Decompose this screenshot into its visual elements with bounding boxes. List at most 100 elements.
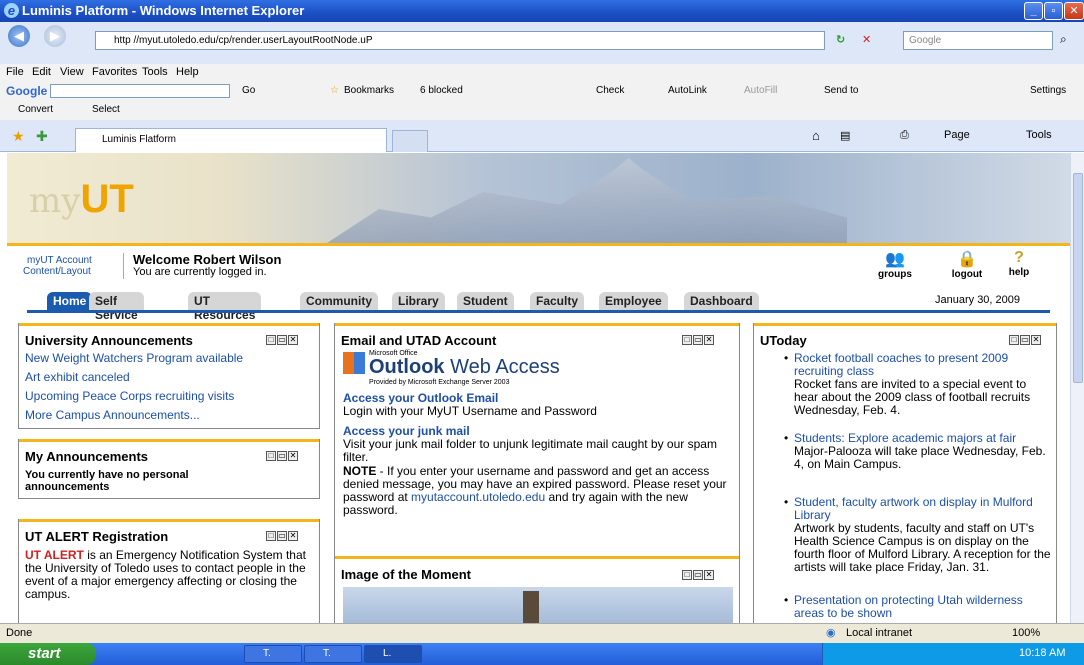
groups-icon: 👥: [885, 251, 905, 268]
edit-icon[interactable]: □: [266, 335, 276, 345]
exchange-text: Provided by Microsoft Exchange Server 20…: [369, 379, 510, 386]
favorites-star-icon[interactable]: ★: [12, 128, 25, 145]
announcement-link[interactable]: Art exhibit canceled: [25, 371, 130, 384]
go-button[interactable]: Go: [242, 85, 255, 96]
minimize-icon[interactable]: ▭: [277, 335, 287, 345]
tab-employee[interactable]: Employee: [599, 292, 668, 311]
popup-blocked-button[interactable]: 6 blocked: [420, 85, 463, 96]
spell-check-button[interactable]: Check: [596, 85, 624, 96]
scrollbar-thumb[interactable]: [1073, 173, 1083, 383]
minimize-icon[interactable]: ▭: [277, 451, 287, 461]
zoom-level[interactable]: 100%: [1012, 627, 1040, 639]
news-item: • Rocket football coaches to present 200…: [784, 352, 1052, 417]
news-headline-link[interactable]: Rocket football coaches to present 2009 …: [794, 352, 1052, 378]
tab-self-service[interactable]: Self Service: [89, 292, 144, 322]
close-button[interactable]: ✕: [1064, 2, 1084, 20]
settings-button[interactable]: Settings: [1030, 85, 1066, 96]
select-button[interactable]: Select: [92, 104, 120, 115]
menu-bar: File Edit View Favorites Tools Help: [0, 64, 1084, 82]
tab-library[interactable]: Library: [392, 292, 445, 311]
home-icon[interactable]: ⌂: [812, 128, 820, 143]
clock[interactable]: 10:18 AM: [1019, 647, 1065, 659]
edit-icon[interactable]: □: [266, 451, 276, 461]
minimize-icon[interactable]: ▭: [693, 335, 703, 345]
search-icon[interactable]: ⌕: [1060, 32, 1067, 47]
search-input[interactable]: Google: [903, 31, 1053, 50]
tab-dashboard[interactable]: Dashboard: [684, 292, 759, 311]
maximize-button[interactable]: ▫: [1044, 2, 1063, 20]
close-icon[interactable]: ✕: [704, 335, 714, 345]
tab-community[interactable]: Community: [300, 292, 378, 311]
menu-view[interactable]: View: [60, 66, 84, 78]
start-button[interactable]: start: [0, 643, 96, 665]
close-icon[interactable]: ✕: [288, 531, 298, 541]
close-icon[interactable]: ✕: [704, 570, 714, 580]
tower-shape: [523, 591, 539, 623]
new-tab-button[interactable]: [392, 130, 428, 152]
university-announcements-panel: University Announcements □ ▭ ✕ New Weight …: [18, 323, 320, 429]
tab-home[interactable]: Home: [47, 292, 93, 311]
minimize-button[interactable]: _: [1024, 2, 1043, 20]
content-layout-link[interactable]: Content/Layout: [23, 266, 91, 277]
convert-button[interactable]: Convert: [18, 104, 53, 115]
edit-icon[interactable]: □: [266, 531, 276, 541]
login-text: Login with your MyUT Username and Passwo…: [343, 404, 597, 418]
refresh-icon[interactable]: ↻: [836, 33, 845, 46]
close-icon[interactable]: ✕: [288, 335, 298, 345]
send-to-button[interactable]: Send to: [824, 85, 858, 96]
menu-file[interactable]: File: [6, 66, 24, 78]
edit-icon[interactable]: □: [682, 570, 692, 580]
minimize-icon[interactable]: ▭: [1020, 335, 1030, 345]
google-search-input[interactable]: [50, 84, 230, 98]
tab-student[interactable]: Student: [457, 292, 514, 311]
autofill-button[interactable]: AutoFill: [744, 85, 777, 96]
taskbar-window-button[interactable]: T.: [244, 645, 302, 663]
autolink-button[interactable]: AutoLink: [668, 85, 707, 96]
minimize-icon[interactable]: ▭: [277, 531, 287, 541]
page-content: myUT myUT Account Content/Layout Welcome…: [7, 153, 1070, 623]
moment-image: [343, 587, 733, 623]
tab-luminis[interactable]: Luminis Flatform: [75, 128, 387, 152]
logout-button[interactable]: 🔒 logout: [947, 249, 987, 280]
close-icon[interactable]: ✕: [1031, 335, 1041, 345]
edit-icon[interactable]: □: [682, 335, 692, 345]
menu-edit[interactable]: Edit: [32, 66, 51, 78]
junk-mail-text: Visit your junk mail folder to unjunk le…: [343, 437, 717, 464]
vertical-scrollbar[interactable]: [1070, 153, 1084, 623]
menu-tools[interactable]: Tools: [142, 66, 168, 78]
stop-icon[interactable]: ✕: [862, 33, 871, 46]
page-menu[interactable]: Page: [944, 129, 970, 141]
tools-menu[interactable]: Tools: [1026, 129, 1052, 141]
more-announcements-link[interactable]: More Campus Announcements...: [25, 409, 200, 422]
panel-accent: [19, 439, 319, 442]
groups-button[interactable]: 👥 groups: [875, 249, 915, 280]
status-text: Done: [6, 627, 33, 639]
tab-ut-resources[interactable]: UT Resources: [188, 292, 262, 322]
myutaccount-link[interactable]: myutaccount.utoledo.edu: [411, 490, 545, 504]
close-icon[interactable]: ✕: [288, 451, 298, 461]
announcement-link[interactable]: Upcoming Peace Corps recruiting visits: [25, 390, 234, 403]
menu-help[interactable]: Help: [176, 66, 199, 78]
address-input[interactable]: http //myut.utoledo.edu/cp/render.userLa…: [95, 31, 825, 50]
add-favorites-icon[interactable]: ✚: [36, 128, 48, 145]
help-button[interactable]: ? help: [999, 249, 1039, 278]
forward-button[interactable]: ▶: [44, 25, 66, 47]
announcement-link[interactable]: New Weight Watchers Program available: [25, 352, 243, 365]
minimize-icon[interactable]: ▭: [693, 570, 703, 580]
bookmarks-button[interactable]: Bookmarks: [344, 85, 394, 96]
back-button[interactable]: ◀: [8, 25, 30, 47]
google-toolbar: Google Go ☆ Bookmarks 6 blocked Check Au…: [0, 82, 1084, 102]
menu-favorites[interactable]: Favorites: [92, 66, 137, 78]
utoday-panel: UToday □ ▭ ✕ • Rocket football coaches to …: [753, 323, 1057, 623]
print-icon[interactable]: ⎙: [900, 129, 909, 142]
news-headline-link[interactable]: Presentation on protecting Utah wilderne…: [794, 594, 1052, 620]
taskbar-window-button[interactable]: L.: [364, 645, 422, 663]
tab-faculty[interactable]: Faculty: [530, 292, 585, 311]
edit-icon[interactable]: □: [1009, 335, 1019, 345]
news-headline-link[interactable]: Student, faculty artwork on display in M…: [794, 496, 1052, 522]
help-icon: ?: [1014, 249, 1024, 266]
feeds-icon[interactable]: ▤: [840, 129, 850, 142]
account-link[interactable]: myUT Account: [27, 255, 92, 266]
ut-alert-description: UT ALERT is an Emergency Notification Sy…: [25, 548, 306, 601]
taskbar-window-button[interactable]: T.: [304, 645, 362, 663]
